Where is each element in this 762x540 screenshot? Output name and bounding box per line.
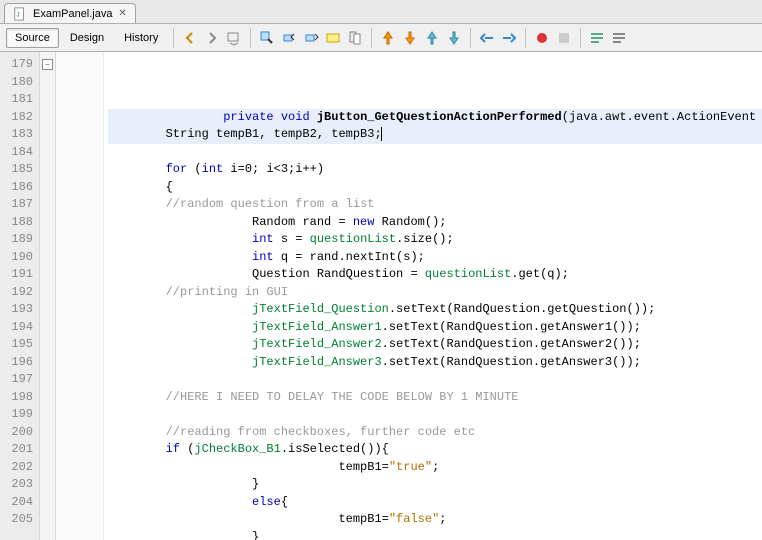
line-number: 183 [0, 126, 33, 144]
line-number-gutter: 1791801811821831841851861871881891901911… [0, 52, 40, 540]
code-line[interactable]: { [108, 179, 762, 197]
line-number: 204 [0, 494, 33, 512]
line-number: 189 [0, 231, 33, 249]
line-number: 186 [0, 179, 33, 197]
view-tab-history[interactable]: History [115, 28, 167, 48]
file-tab[interactable]: J ExamPanel.java ✕ [4, 3, 136, 23]
separator [371, 28, 372, 48]
line-number: 190 [0, 249, 33, 267]
line-number: 187 [0, 196, 33, 214]
code-line[interactable] [108, 371, 762, 389]
separator [470, 28, 471, 48]
stop-macro-icon[interactable] [554, 28, 574, 48]
line-number: 200 [0, 424, 33, 442]
separator [580, 28, 581, 48]
line-number: 199 [0, 406, 33, 424]
back-icon[interactable] [180, 28, 200, 48]
code-line[interactable]: tempB1="false"; [108, 511, 762, 529]
line-number: 192 [0, 284, 33, 302]
code-line[interactable]: } [108, 476, 762, 494]
code-line[interactable]: Question RandQuestion = questionList.get… [108, 266, 762, 284]
code-line[interactable]: tempB1="true"; [108, 459, 762, 477]
line-number: 193 [0, 301, 33, 319]
line-number: 184 [0, 144, 33, 162]
file-tab-bar: J ExamPanel.java ✕ [0, 0, 762, 24]
file-tab-label: ExamPanel.java [33, 8, 113, 20]
find-selection-icon[interactable] [257, 28, 277, 48]
line-number: 196 [0, 354, 33, 372]
code-line[interactable]: jTextField_Answer3.setText(RandQuestion.… [108, 354, 762, 372]
svg-text:J: J [17, 11, 20, 18]
shift-left-icon[interactable] [477, 28, 497, 48]
line-number: 182 [0, 109, 33, 127]
dropdown-icon[interactable] [224, 28, 244, 48]
line-number: 198 [0, 389, 33, 407]
view-tab-source[interactable]: Source [6, 28, 59, 48]
code-area[interactable]: private void jButton_GetQuestionActionPe… [104, 52, 762, 540]
code-line[interactable]: jTextField_Answer1.setText(RandQuestion.… [108, 319, 762, 337]
uncomment-icon[interactable] [609, 28, 629, 48]
code-line[interactable]: //printing in GUI [108, 284, 762, 302]
separator [173, 28, 174, 48]
code-line[interactable]: jTextField_Answer2.setText(RandQuestion.… [108, 336, 762, 354]
editor-toolbar: Source Design History [0, 24, 762, 52]
code-line[interactable]: for (int i=0; i<3;i++) [108, 161, 762, 179]
line-number: 201 [0, 441, 33, 459]
line-number: 194 [0, 319, 33, 337]
separator [250, 28, 251, 48]
line-number: 191 [0, 266, 33, 284]
line-number: 180 [0, 74, 33, 92]
next-bookmark-icon[interactable] [400, 28, 420, 48]
code-line[interactable] [108, 406, 762, 424]
code-line[interactable]: String tempB1, tempB2, tempB3; [108, 126, 762, 144]
code-line[interactable]: jTextField_Question.setText(RandQuestion… [108, 301, 762, 319]
toggle-highlight-icon[interactable] [323, 28, 343, 48]
line-number: 197 [0, 371, 33, 389]
code-line[interactable]: //random question from a list [108, 196, 762, 214]
code-line[interactable]: private void jButton_GetQuestionActionPe… [108, 109, 762, 127]
code-line[interactable]: //reading from checkboxes, further code … [108, 424, 762, 442]
code-line[interactable]: int q = rand.nextInt(s); [108, 249, 762, 267]
code-line[interactable]: else{ [108, 494, 762, 512]
fold-gutter: − [40, 52, 56, 540]
comment-icon[interactable] [587, 28, 607, 48]
find-next-icon[interactable] [301, 28, 321, 48]
close-icon[interactable]: ✕ [119, 10, 127, 18]
code-line[interactable]: int s = questionList.size(); [108, 231, 762, 249]
code-editor[interactable]: 1791801811821831841851861871881891901911… [0, 52, 762, 540]
line-number: 181 [0, 91, 33, 109]
line-number: 188 [0, 214, 33, 232]
fold-toggle[interactable]: − [42, 59, 53, 70]
java-file-icon: J [13, 7, 27, 21]
code-line[interactable]: } [108, 529, 762, 540]
code-line[interactable] [108, 144, 762, 162]
line-number: 195 [0, 336, 33, 354]
line-number: 203 [0, 476, 33, 494]
code-line[interactable]: if (jCheckBox_B1.isSelected()){ [108, 441, 762, 459]
start-macro-icon[interactable] [532, 28, 552, 48]
find-previous-icon[interactable] [279, 28, 299, 48]
line-number: 179 [0, 56, 33, 74]
next-error-icon[interactable] [444, 28, 464, 48]
previous-bookmark-icon[interactable] [378, 28, 398, 48]
guide-gutter [56, 52, 104, 540]
line-number: 202 [0, 459, 33, 477]
code-line[interactable]: //HERE I NEED TO DELAY THE CODE BELOW BY… [108, 389, 762, 407]
shift-right-icon[interactable] [499, 28, 519, 48]
code-line[interactable]: Random rand = new Random(); [108, 214, 762, 232]
separator [525, 28, 526, 48]
line-number: 205 [0, 511, 33, 529]
line-number: 185 [0, 161, 33, 179]
toggle-bookmark-icon[interactable] [345, 28, 365, 48]
previous-error-icon[interactable] [422, 28, 442, 48]
view-tab-design[interactable]: Design [61, 28, 113, 48]
forward-icon[interactable] [202, 28, 222, 48]
